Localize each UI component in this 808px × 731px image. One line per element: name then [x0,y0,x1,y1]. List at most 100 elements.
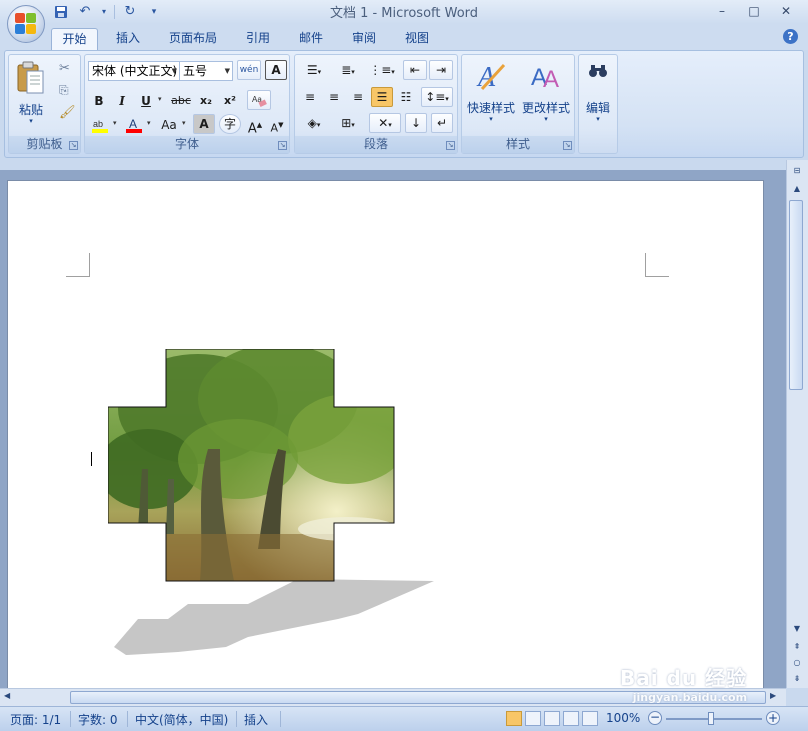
increase-indent-button[interactable]: ⇥ [429,60,453,80]
grow-font-button[interactable]: A▲ [245,115,265,136]
zoom-out-icon[interactable]: − [648,711,662,725]
line-spacing-button[interactable]: ↕≡▾ [421,87,453,107]
highlight-button[interactable]: ab [89,115,111,135]
font-name-combo[interactable]: 宋体 (中文正文) ▼ [88,61,180,81]
tree-picture[interactable] [108,349,508,679]
ruler-toggle-icon[interactable]: ⊟ [789,164,805,178]
highlight-dropdown-icon[interactable]: ▾ [113,119,117,127]
subscript-button[interactable]: x₂ [195,91,217,111]
language-indicator[interactable]: 中文(简体，中国) [135,711,228,728]
styles-launcher-icon[interactable]: ↘ [563,141,572,150]
paste-button[interactable]: 粘贴 ▾ [13,59,49,129]
bullets-button[interactable]: ☰▾ [299,60,329,80]
title-bar: 文档 1 - Microsoft Word ↶ ▾ ↻ ▾ – □ ✕ [0,0,808,24]
save-icon[interactable] [52,3,70,20]
draft-icon[interactable] [582,711,598,726]
vertical-scrollbar[interactable]: ⊟ ▲ ▼ ⇞ ○ ⇟ [786,160,808,688]
redo-icon[interactable]: ↻ [121,3,139,20]
document-page[interactable] [7,180,764,688]
change-styles-button[interactable]: A A 更改样式 ▾ [519,57,573,133]
italic-button[interactable]: I [112,91,132,111]
outline-icon[interactable] [563,711,579,726]
print-layout-icon[interactable] [506,711,522,726]
status-bar: 页面: 1/1 字数: 0 中文(简体，中国) 插入 100% − + [0,706,808,731]
decrease-indent-button[interactable]: ⇤ [403,60,427,80]
quick-styles-button[interactable]: A 快速样式 ▾ [464,57,518,133]
outdent-icon: ⇤ [409,63,421,77]
help-icon[interactable]: ? [783,29,798,44]
tab-mailings[interactable]: 邮件 [289,28,333,50]
align-left-button[interactable]: ≡ [299,87,321,107]
font-launcher-icon[interactable]: ↘ [278,141,287,150]
char-border-button[interactable]: A [265,60,287,80]
tab-review[interactable]: 审阅 [342,28,386,50]
align-center-button[interactable]: ≡ [323,87,345,107]
scroll-left-icon[interactable]: ◀ [4,691,10,700]
scroll-down-icon[interactable]: ▼ [789,622,805,636]
zoom-slider-thumb[interactable] [708,712,714,725]
office-button[interactable] [7,5,45,43]
tab-page-layout[interactable]: 页面布局 [160,28,226,50]
borders-button[interactable]: ⊞▾ [333,113,363,133]
tab-view[interactable]: 视图 [395,28,439,50]
paragraph-group-label: 段落 [295,136,457,153]
tab-home[interactable]: 开始 [51,28,98,50]
change-case-button[interactable]: Aa [157,115,181,135]
clipboard-launcher-icon[interactable]: ↘ [69,141,78,150]
scroll-right-icon[interactable]: ▶ [770,691,776,700]
superscript-button[interactable]: x² [219,91,241,111]
undo-dropdown-icon[interactable]: ▾ [100,3,108,20]
web-layout-icon[interactable] [544,711,560,726]
word-count[interactable]: 字数: 0 [78,711,118,728]
char-shading-button[interactable]: A [193,114,215,134]
office-logo-icon [15,13,37,35]
change-case-dropdown-icon[interactable]: ▾ [182,119,186,127]
page-count[interactable]: 页面: 1/1 [10,711,61,728]
close-button[interactable]: ✕ [770,1,802,21]
next-page-icon[interactable]: ⇟ [789,672,805,686]
font-color-dropdown-icon[interactable]: ▾ [147,119,151,127]
font-color-icon: A [126,117,142,133]
chinese-layout-button[interactable]: ✕▾ [369,113,401,133]
paragraph-launcher-icon[interactable]: ↘ [446,141,455,150]
align-right-button[interactable]: ≡ [347,87,369,107]
undo-icon[interactable]: ↶ [76,3,94,20]
numbering-button[interactable]: ≣▾ [333,60,363,80]
border-icon: ⊞ [341,116,352,130]
tab-insert[interactable]: 插入 [106,28,150,50]
scroll-up-icon[interactable]: ▲ [789,182,805,196]
multilevel-list-button[interactable]: ⋮≡▾ [367,60,397,80]
vertical-scroll-thumb[interactable] [789,200,803,390]
justify-button[interactable]: ☰ [371,87,393,107]
font-size-combo[interactable]: 五号 ▼ [179,61,233,81]
distributed-button[interactable]: ☷ [395,87,417,107]
show-marks-button[interactable]: ↵ [431,113,453,133]
phonetic-guide-button[interactable]: wén [237,60,261,80]
minimize-button[interactable]: – [706,1,738,21]
bold-button[interactable]: B [89,91,109,111]
strikethrough-button[interactable]: abc [169,91,193,111]
underline-dropdown-icon[interactable]: ▾ [158,95,162,103]
underline-button[interactable]: U [136,91,156,111]
previous-page-icon[interactable]: ⇞ [789,640,805,654]
maximize-button[interactable]: □ [738,1,770,21]
copy-icon[interactable]: ⎘ [59,83,69,98]
customize-qat-icon[interactable]: ▾ [145,3,163,20]
insert-mode[interactable]: 插入 [244,711,268,728]
full-screen-reading-icon[interactable] [525,711,541,726]
cut-icon[interactable]: ✂ [59,61,70,76]
top-right-margin-mark [645,253,669,277]
tab-references[interactable]: 引用 [236,28,280,50]
font-color-button[interactable]: A [123,115,145,135]
browse-object-icon[interactable]: ○ [789,656,805,670]
zoom-in-icon[interactable]: + [766,711,780,725]
shrink-font-button[interactable]: A▼ [267,115,287,135]
editing-button[interactable]: 编辑 ▾ [580,57,616,149]
format-painter-icon[interactable]: 🖌 [59,105,76,120]
sort-button[interactable]: ↓ [405,113,427,133]
clear-formatting-button[interactable]: Aa [247,90,271,110]
shading-button[interactable]: ◈▾ [299,113,329,133]
zoom-slider[interactable] [666,718,762,720]
enclose-char-button[interactable]: 字 [219,114,241,134]
zoom-level[interactable]: 100% [606,711,640,725]
